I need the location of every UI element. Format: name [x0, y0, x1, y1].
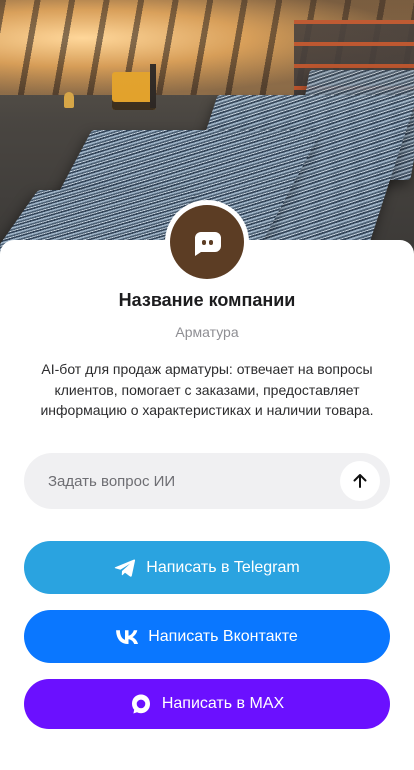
arrow-up-icon [353, 474, 367, 488]
avatar-circle [170, 205, 244, 279]
max-icon [130, 693, 152, 715]
vk-icon [116, 626, 139, 648]
write-vk-button[interactable]: Написать Вконтакте [24, 610, 390, 663]
ask-ai-input[interactable] [24, 453, 334, 509]
write-telegram-label: Написать в Telegram [146, 558, 300, 576]
company-name: Название компании [118, 290, 296, 310]
chat-bubble-icon [195, 232, 221, 256]
company-description: AI-бот для продаж арматуры: отвечает на … [40, 361, 374, 418]
write-vk-label: Написать Вконтакте [148, 627, 298, 645]
avatar [165, 200, 249, 284]
company-category: Арматура [175, 324, 239, 340]
telegram-icon [114, 557, 136, 579]
write-telegram-button[interactable]: Написать в Telegram [24, 541, 390, 594]
send-button[interactable] [340, 461, 380, 501]
write-max-label: Написать в MAX [161, 695, 285, 712]
write-max-button[interactable]: Написать в MAX [24, 679, 390, 729]
ask-ai-box [24, 453, 390, 509]
